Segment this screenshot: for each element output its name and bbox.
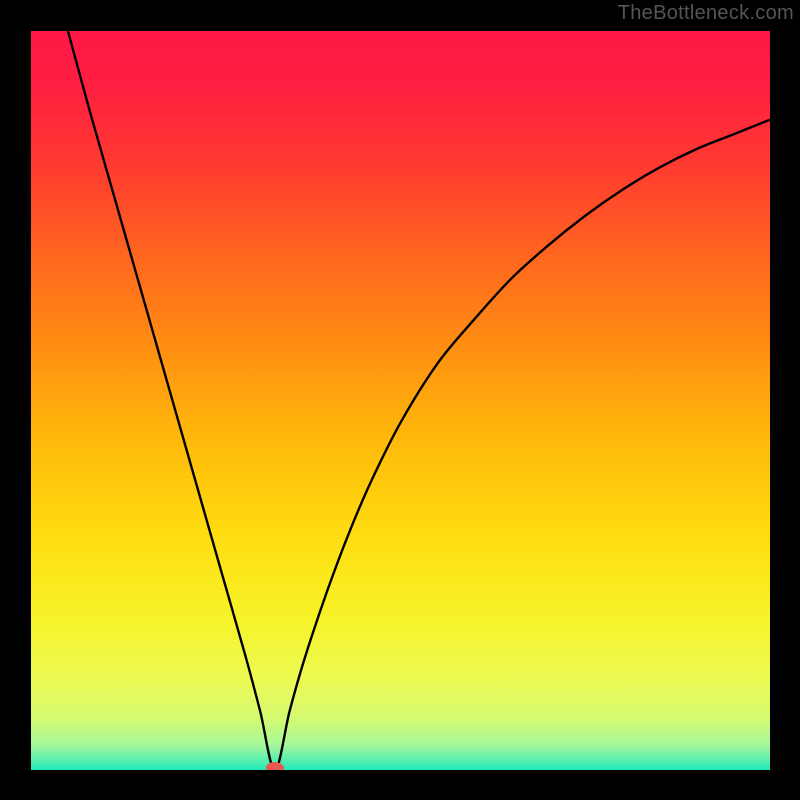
bottleneck-chart [31, 31, 770, 770]
plot-area [31, 31, 770, 770]
gradient-background [31, 31, 770, 770]
chart-container: TheBottleneck.com [0, 0, 800, 800]
watermark-label: TheBottleneck.com [618, 2, 794, 25]
